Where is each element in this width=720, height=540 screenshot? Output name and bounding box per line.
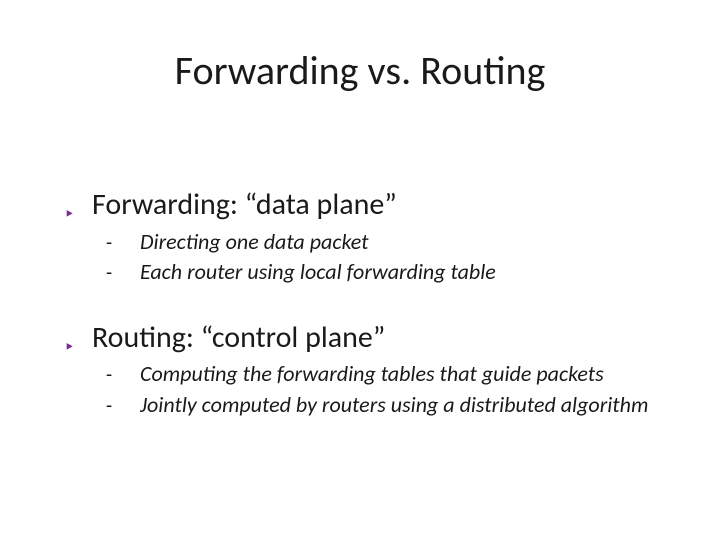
bullet-marker-icon: ‣ [64, 205, 92, 223]
bullet-text: Forwarding: “data plane” [92, 186, 397, 224]
bullet-text: Routing: “control plane” [92, 319, 385, 357]
sub-bullet-text: Computing the forwarding tables that gui… [140, 360, 604, 389]
sub-bullet-item: - Jointly computed by routers using a di… [106, 391, 690, 420]
sub-bullet-item: - Computing the forwarding tables that g… [106, 360, 690, 389]
sub-bullet-item: - Directing one data packet [106, 228, 690, 257]
sub-bullet-text: Jointly computed by routers using a dist… [140, 391, 648, 420]
bullet-marker-icon: ‣ [64, 338, 92, 356]
sub-bullet-text: Directing one data packet [140, 228, 369, 257]
bullet-item: ‣ Forwarding: “data plane” [64, 186, 690, 224]
slide-title: Forwarding vs. Routing [0, 46, 720, 95]
sub-bullet-item: - Each router using local forwarding tab… [106, 258, 690, 287]
dash-marker-icon: - [106, 394, 140, 418]
bullet-item: ‣ Routing: “control plane” [64, 319, 690, 357]
sub-bullet-text: Each router using local forwarding table [140, 258, 496, 287]
spacer [64, 289, 690, 319]
slide: Forwarding vs. Routing ‣ Forwarding: “da… [0, 0, 720, 540]
dash-marker-icon: - [106, 363, 140, 387]
dash-marker-icon: - [106, 261, 140, 285]
dash-marker-icon: - [106, 231, 140, 255]
slide-body: ‣ Forwarding: “data plane” - Directing o… [64, 186, 690, 421]
